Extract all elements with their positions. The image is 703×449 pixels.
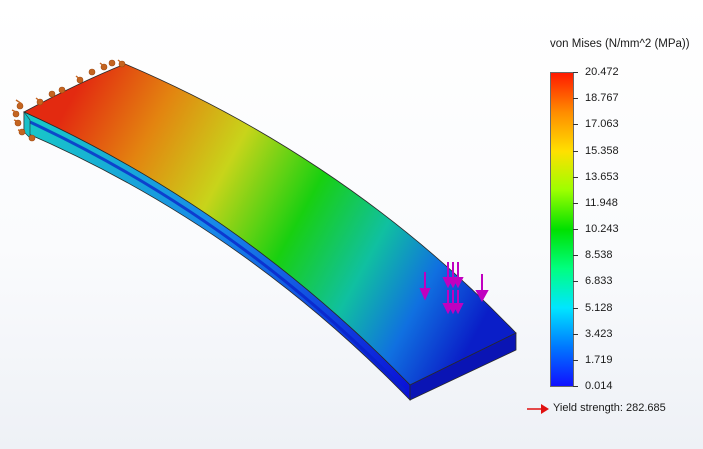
- legend-tick-label: 18.767: [585, 92, 619, 105]
- legend-tick-mark: [573, 202, 578, 204]
- legend-tick-mark: [573, 98, 578, 100]
- legend-title: von Mises (N/mm^2 (MPa)): [550, 38, 690, 50]
- legend-tick-label: 13.653: [585, 170, 619, 183]
- legend-tick-mark: [573, 281, 578, 283]
- legend-tick-mark: [573, 333, 578, 335]
- legend-tick-label: 11.948: [585, 196, 618, 209]
- legend-tick-mark: [573, 72, 578, 73]
- legend-colorbar: [550, 72, 574, 387]
- legend-tick-label: 0.014: [585, 380, 613, 392]
- legend-tick-mark: [573, 386, 578, 387]
- legend-tick-label: 17.063: [585, 118, 619, 131]
- legend-tick-mark: [573, 229, 578, 230]
- legend-tick-label: 6.833: [585, 275, 613, 288]
- yield-strength-label: Yield strength: 282.685: [553, 402, 666, 414]
- legend-tick-label: 10.243: [585, 223, 619, 235]
- legend-tick-label: 3.423: [585, 327, 613, 340]
- legend-tick-label: 15.358: [585, 144, 619, 157]
- legend-tick-label: 5.128: [585, 301, 613, 314]
- legend-tick-label: 1.719: [585, 353, 613, 366]
- legend-tick-mark: [573, 255, 578, 257]
- legend-tick-label: 8.538: [585, 249, 613, 262]
- yield-arrow-icon: [527, 404, 549, 414]
- legend-tick-label: 20.472: [585, 66, 619, 78]
- beam-top-face: [23, 63, 517, 386]
- legend-tick-mark: [573, 124, 578, 126]
- legend-tick-mark: [573, 307, 578, 309]
- legend-tick-mark: [573, 176, 578, 178]
- legend-tick-mark: [573, 359, 578, 361]
- legend-tick-mark: [573, 150, 578, 152]
